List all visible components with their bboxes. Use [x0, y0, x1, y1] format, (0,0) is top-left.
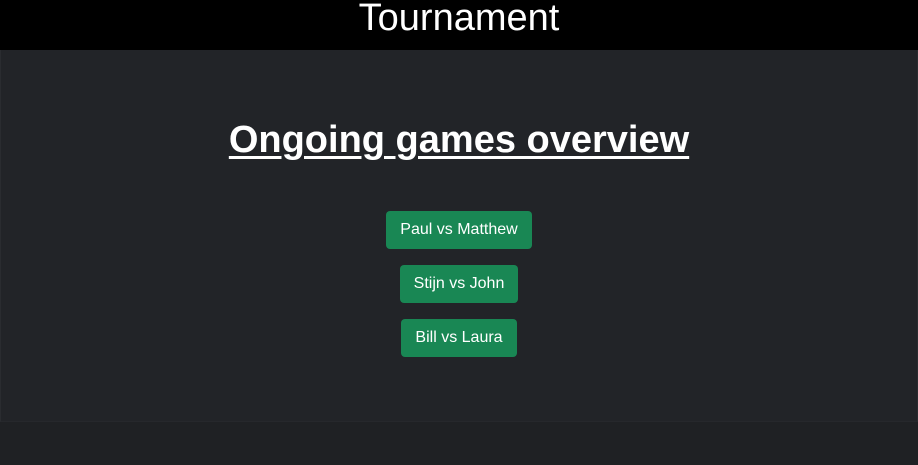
game-button-stijn-vs-john[interactable]: Stijn vs John	[399, 265, 519, 303]
game-button-paul-vs-matthew[interactable]: Paul vs Matthew	[386, 211, 532, 249]
page-footer-area	[0, 422, 918, 465]
game-button-bill-vs-laura[interactable]: Bill vs Laura	[401, 319, 517, 357]
app-title: Tournament	[358, 0, 560, 39]
page-heading: Ongoing games overview	[228, 119, 690, 161]
app-header: Tournament	[0, 0, 918, 50]
main-panel: Ongoing games overview Paul vs Matthew S…	[0, 50, 918, 422]
game-list: Paul vs Matthew Stijn vs John Bill vs La…	[1, 211, 917, 357]
